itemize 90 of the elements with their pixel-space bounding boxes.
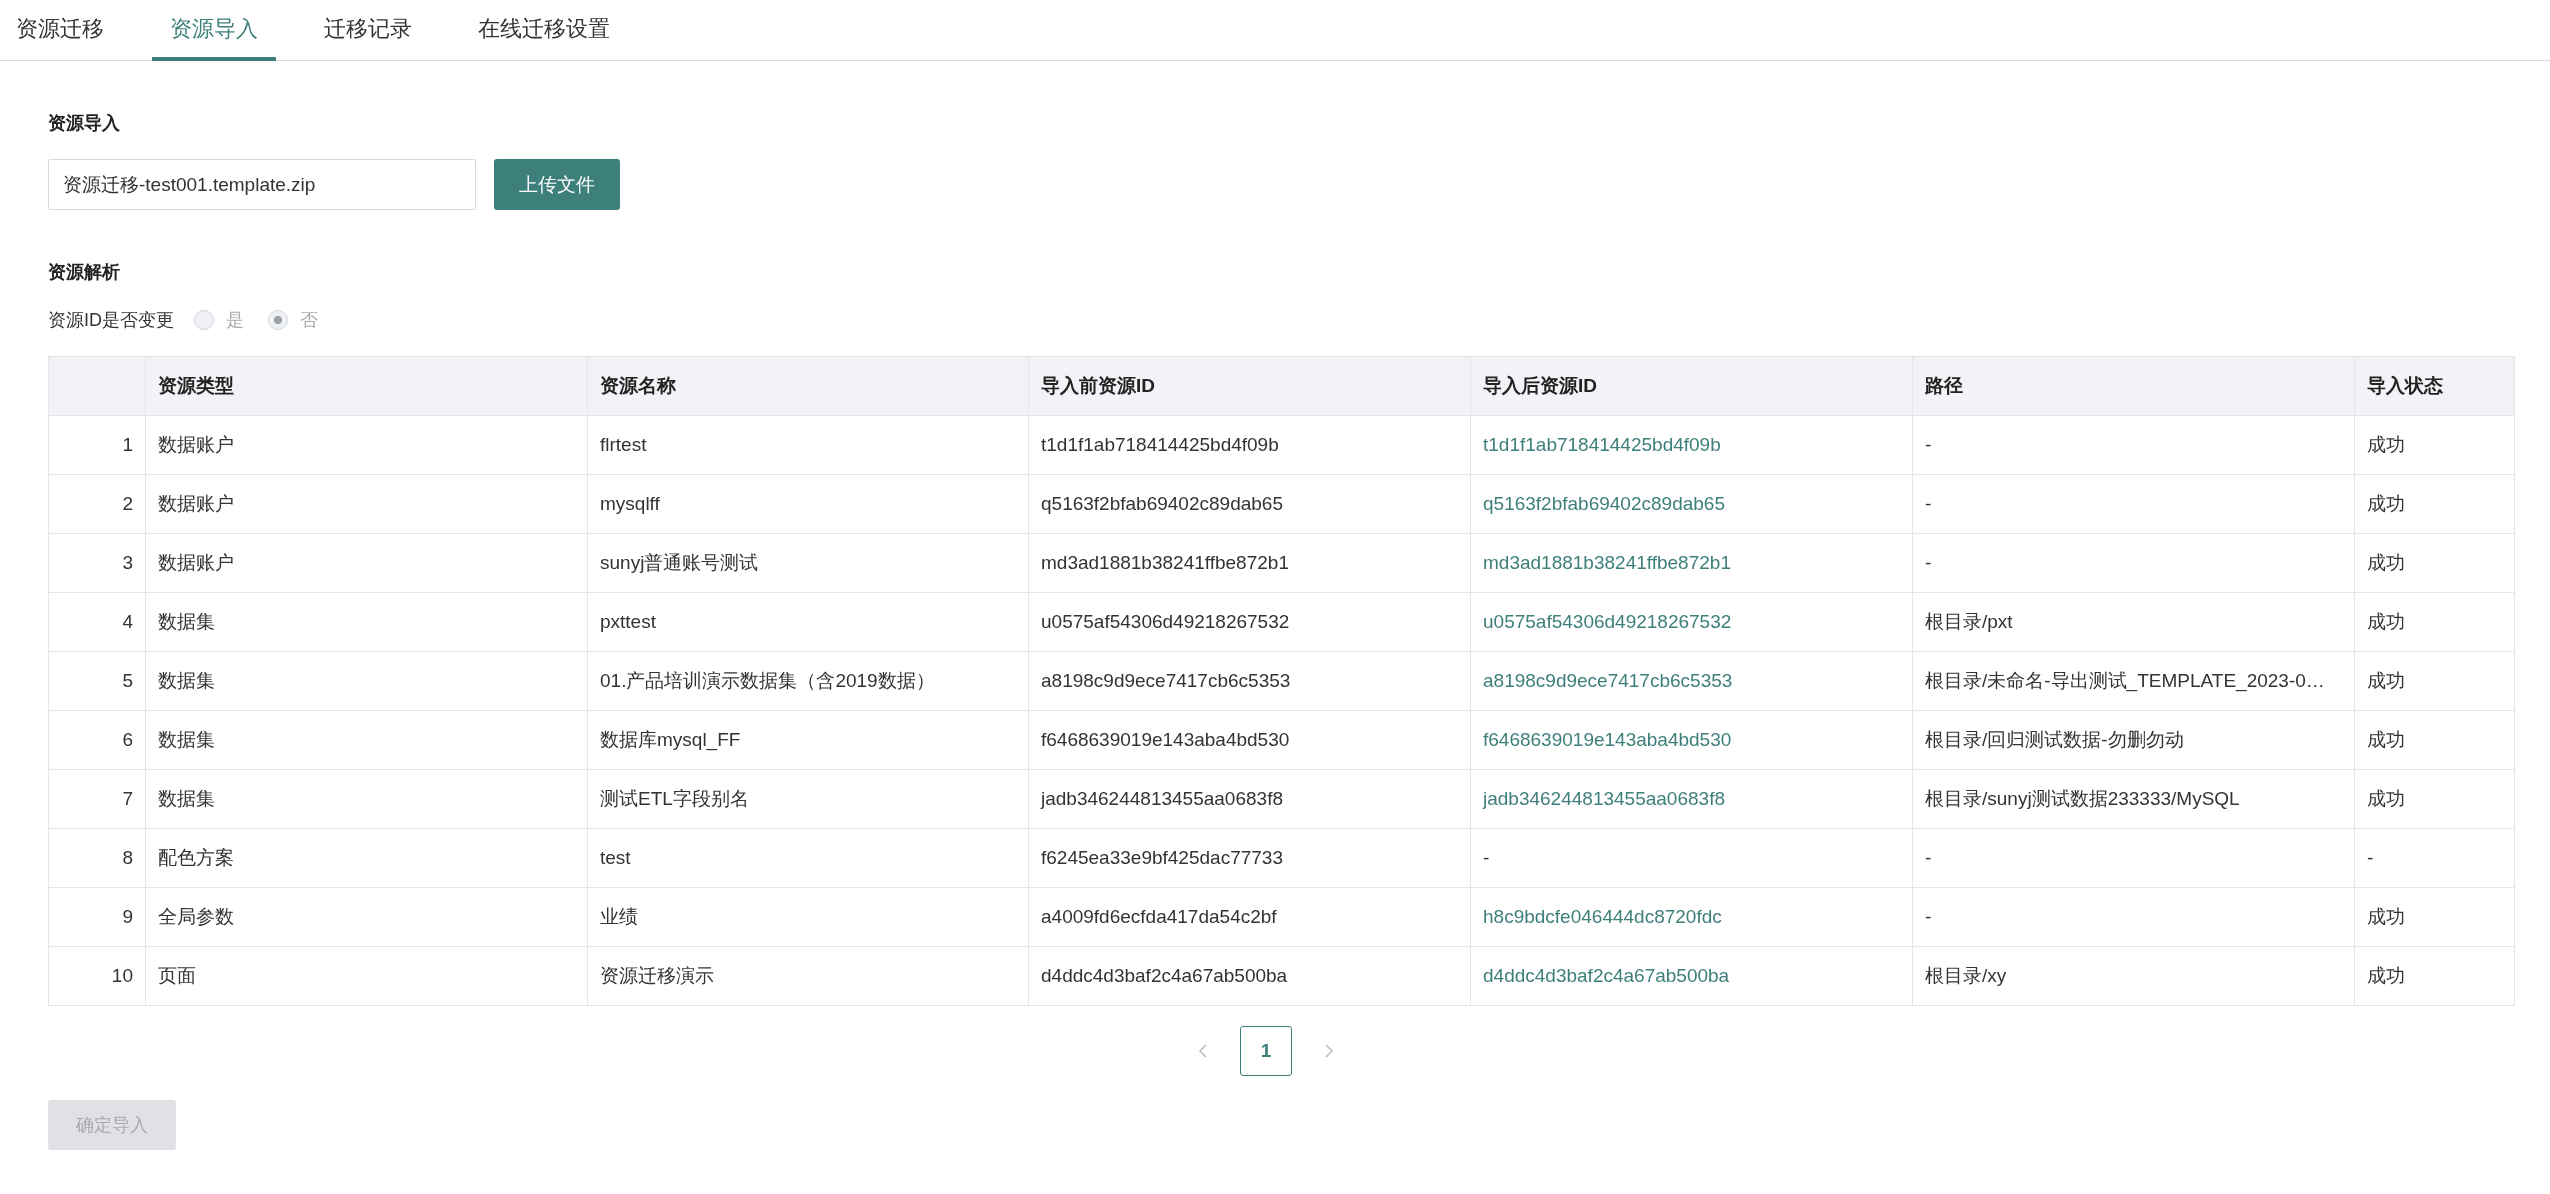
tab[interactable]: 在线迁移设置 [460,0,628,61]
table-cell: 业绩 [587,887,1029,947]
section-title: 资源解析 [48,261,121,284]
table-cell: 根目录/pxt [1912,592,2355,652]
table-cell: pxttest [587,592,1029,652]
id-link[interactable]: f6468639019e143aba4bd530 [1470,710,1913,770]
table-cell: 数据集 [145,592,588,652]
column-header: 导入状态 [2354,356,2515,416]
table-cell: 数据库mysql_FF [587,710,1029,770]
file-name-field[interactable]: 资源迁移-test001.template.zip [48,159,476,210]
id-link[interactable]: q5163f2bfab69402c89dab65 [1470,474,1913,534]
chevron-right-icon [1324,1043,1334,1059]
id-link[interactable]: a8198c9d9ece7417cb6c5353 [1470,651,1913,711]
table-cell: q5163f2bfab69402c89dab65 [1028,474,1471,534]
column-header: 路径 [1912,356,2355,416]
tab[interactable]: 资源导入 [152,0,276,61]
row-number: 6 [48,710,146,770]
section-title: 资源导入 [48,112,121,135]
table-cell: f6245ea33e9bf425dac77733 [1028,828,1471,888]
table-cell: a4009fd6ecfda417da54c2bf [1028,887,1471,947]
radio-label: 否 [300,309,318,332]
page-button[interactable]: 1 [1240,1026,1292,1076]
table-cell: 成功 [2354,887,2515,947]
table-cell: 成功 [2354,533,2515,593]
table-cell: 根目录/xy [1912,946,2355,1006]
column-header: 导入前资源ID [1028,356,1471,416]
table-cell: 成功 [2354,769,2515,829]
row-number: 2 [48,474,146,534]
table-cell: 数据账户 [145,533,588,593]
table-cell: a8198c9d9ece7417cb6c5353 [1028,651,1471,711]
table-cell: 成功 [2354,651,2515,711]
row-number: 5 [48,651,146,711]
table-cell: 配色方案 [145,828,588,888]
table-cell: sunyj普通账号测试 [587,533,1029,593]
id-link[interactable]: h8c9bdcfe046444dc8720fdc [1470,887,1913,947]
chevron-left-icon [1198,1043,1208,1059]
table-cell: mysqlff [587,474,1029,534]
table-cell: u0575af54306d49218267532 [1028,592,1471,652]
id-link[interactable]: jadb346244813455aa0683f8 [1470,769,1913,829]
table-cell: - [1912,415,2355,475]
table-cell: 资源迁移演示 [587,946,1029,1006]
table-cell: 数据账户 [145,415,588,475]
field-label: 资源ID是否变更 [48,309,174,332]
table-cell: 数据集 [145,710,588,770]
table-cell: - [1470,828,1913,888]
table-cell: 成功 [2354,474,2515,534]
id-link[interactable]: d4ddc4d3baf2c4a67ab500ba [1470,946,1913,1006]
table-cell: 成功 [2354,415,2515,475]
table-cell: - [1912,533,2355,593]
table-cell: 成功 [2354,946,2515,1006]
table-cell: t1d1f1ab718414425bd4f09b [1028,415,1471,475]
table-cell: 全局参数 [145,887,588,947]
table-cell: 数据账户 [145,474,588,534]
row-number: 10 [48,946,146,1006]
table-cell: - [1912,828,2355,888]
table-cell: - [1912,887,2355,947]
tab[interactable]: 资源迁移 [0,0,122,61]
row-number: 4 [48,592,146,652]
id-link[interactable]: t1d1f1ab718414425bd4f09b [1470,415,1913,475]
table-cell: test [587,828,1029,888]
column-header: 导入后资源ID [1470,356,1913,416]
table-cell: - [1912,474,2355,534]
table-cell: 数据集 [145,651,588,711]
id-link[interactable]: u0575af54306d49218267532 [1470,592,1913,652]
table-cell: 成功 [2354,710,2515,770]
table-cell: 测试ETL字段别名 [587,769,1029,829]
row-number: 7 [48,769,146,829]
column-header: 资源名称 [587,356,1029,416]
table-cell: 页面 [145,946,588,1006]
table-cell: flrtest [587,415,1029,475]
table-cell: 01.产品培训演示数据集（含2019数据） [587,651,1029,711]
table-cell: md3ad1881b38241ffbe872b1 [1028,533,1471,593]
id-link[interactable]: md3ad1881b38241ffbe872b1 [1470,533,1913,593]
upload-button[interactable]: 上传文件 [494,159,620,210]
table-cell: 根目录/sunyj测试数据233333/MySQL [1912,769,2355,829]
table-cell: 成功 [2354,592,2515,652]
table-cell: 数据集 [145,769,588,829]
table-cell: 根目录/回归测试数据-勿删勿动 [1912,710,2355,770]
table-cell: - [2354,828,2515,888]
table-cell: jadb346244813455aa0683f8 [1028,769,1471,829]
table-cell: f6468639019e143aba4bd530 [1028,710,1471,770]
table-cell: 根目录/未命名-导出测试_TEMPLATE_2023-0… [1912,651,2355,711]
row-number: 9 [48,887,146,947]
row-number: 1 [48,415,146,475]
column-header: 资源类型 [145,356,588,416]
tab[interactable]: 迁移记录 [306,0,430,61]
table-cell: d4ddc4d3baf2c4a67ab500ba [1028,946,1471,1006]
row-number: 3 [48,533,146,593]
row-number: 8 [48,828,146,888]
radio-label: 是 [226,309,244,332]
